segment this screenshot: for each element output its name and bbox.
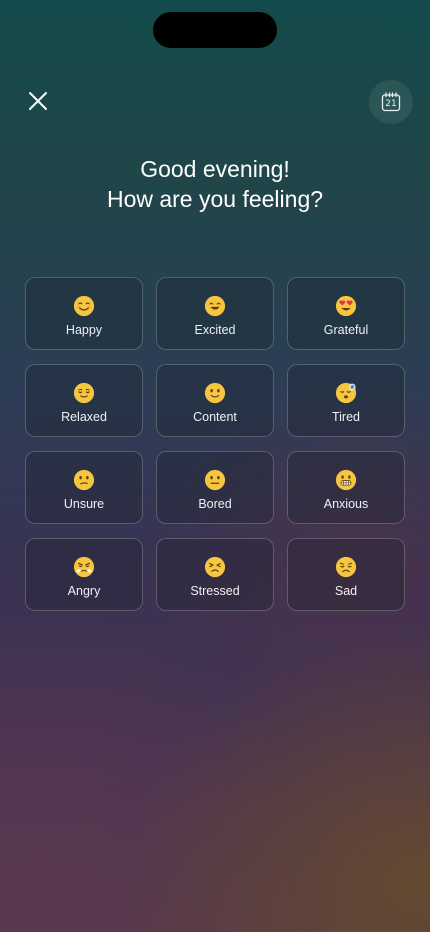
mood-option-relaxed[interactable]: Relaxed bbox=[25, 364, 143, 437]
heart-eyes-face-icon bbox=[335, 295, 357, 317]
mood-option-unsure[interactable]: Unsure bbox=[25, 451, 143, 524]
greeting-text: Good evening! bbox=[140, 156, 290, 182]
mood-grid: Happy Excited Grateful Relaxed Content T… bbox=[25, 277, 405, 611]
smiling-face-icon bbox=[73, 295, 95, 317]
dynamic-island bbox=[153, 12, 277, 48]
mood-option-anxious[interactable]: Anxious bbox=[287, 451, 405, 524]
calendar-day-number: 21 bbox=[385, 99, 397, 109]
mood-label: Relaxed bbox=[61, 410, 107, 424]
calendar-button[interactable]: 21 bbox=[369, 80, 413, 124]
disappointed-face-icon bbox=[335, 556, 357, 578]
mood-option-angry[interactable]: Angry bbox=[25, 538, 143, 611]
mood-option-grateful[interactable]: Grateful bbox=[287, 277, 405, 350]
mood-label: Content bbox=[193, 410, 237, 424]
mood-option-content[interactable]: Content bbox=[156, 364, 274, 437]
mood-option-excited[interactable]: Excited bbox=[156, 277, 274, 350]
mood-option-stressed[interactable]: Stressed bbox=[156, 538, 274, 611]
steaming-face-icon bbox=[73, 556, 95, 578]
mood-label: Angry bbox=[67, 584, 101, 598]
close-icon bbox=[29, 92, 47, 110]
persevering-face-icon bbox=[204, 556, 226, 578]
mood-option-sad[interactable]: Sad bbox=[287, 538, 405, 611]
mood-option-happy[interactable]: Happy bbox=[25, 277, 143, 350]
mood-label: Grateful bbox=[323, 323, 369, 337]
mood-label: Excited bbox=[194, 323, 236, 337]
confused-face-icon bbox=[73, 469, 95, 491]
mood-option-tired[interactable]: Tired bbox=[287, 364, 405, 437]
mood-label: Tired bbox=[331, 410, 360, 424]
mood-label: Stressed bbox=[190, 584, 240, 598]
mood-option-bored[interactable]: Bored bbox=[156, 451, 274, 524]
grimacing-face-icon bbox=[335, 469, 357, 491]
mood-label: Sad bbox=[334, 584, 358, 598]
calendar-icon: 21 bbox=[381, 92, 401, 112]
grinning-face-icon bbox=[204, 295, 226, 317]
relieved-face-icon bbox=[73, 382, 95, 404]
mood-label: Anxious bbox=[323, 497, 369, 511]
mood-label: Unsure bbox=[63, 497, 105, 511]
mood-label: Bored bbox=[198, 497, 232, 511]
mood-label: Happy bbox=[65, 323, 103, 337]
page-title: Good evening! How are you feeling? bbox=[0, 154, 430, 214]
slightly-smiling-face-icon bbox=[204, 382, 226, 404]
question-text: How are you feeling? bbox=[106, 186, 324, 212]
sleepy-face-icon bbox=[335, 382, 357, 404]
close-button[interactable] bbox=[22, 85, 54, 117]
neutral-face-icon bbox=[204, 469, 226, 491]
